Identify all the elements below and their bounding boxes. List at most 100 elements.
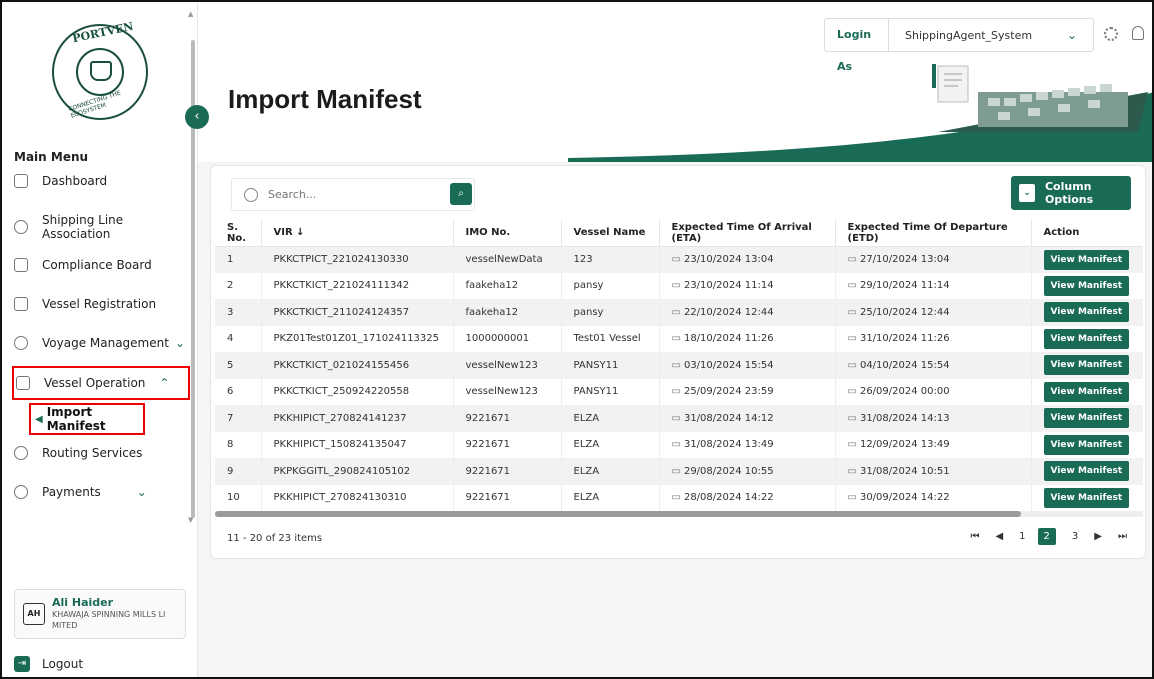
cell-eta-text: 18/10/2024 11:26 xyxy=(683,333,774,345)
column-header-etd[interactable]: Expected Time Of Departure (ETD) xyxy=(835,220,1032,247)
cell-eta-text: 31/08/2024 14:12 xyxy=(683,412,774,424)
last-page-button[interactable]: ⏭ xyxy=(1118,531,1127,542)
cell-sno-text: 4 xyxy=(227,333,234,345)
cell-imo: 9221671 xyxy=(453,405,562,432)
cell-vir: PKKCTKICT_021024155456 xyxy=(261,352,454,379)
sidebar-item-vessel-operation[interactable]: Vessel Operation ⌃ xyxy=(12,366,190,400)
sidebar-item-payments[interactable]: Payments ⌄ xyxy=(14,477,186,507)
active-arrow-icon: ◀ xyxy=(35,413,43,425)
column-header-sno[interactable]: S. No. xyxy=(215,220,262,247)
cell-etd: ▭ 29/10/2024 11:14 xyxy=(835,272,1032,299)
first-page-button[interactable]: ⏮ xyxy=(970,531,979,542)
cell-sno: 10 xyxy=(215,484,262,511)
scroll-down-arrow[interactable]: ▼ xyxy=(188,516,193,524)
table-row: 1 PKKCTPICT_221024130330 vesselNewData 123 ▭… xyxy=(215,246,1143,273)
calendar-icon: ▭ xyxy=(671,280,681,292)
column-header-eta[interactable]: Expected Time Of Arrival (ETA) xyxy=(659,220,836,247)
cell-action: View Manifest xyxy=(1031,379,1143,406)
sidebar-item-compliance-board[interactable]: Compliance Board xyxy=(14,250,186,280)
gear-icon[interactable] xyxy=(1104,27,1118,41)
cell-vessel-name-text: ELZA xyxy=(573,465,600,477)
view-manifest-button[interactable]: View Manifest xyxy=(1043,328,1130,349)
cell-vessel-name-text: PANSY11 xyxy=(573,359,619,371)
cell-eta: ▭ 29/08/2024 10:55 xyxy=(659,458,836,485)
cell-vir: PKZ01Test01Z01_171024113325 xyxy=(261,325,454,352)
chevron-down-icon: ⌄ xyxy=(1019,184,1035,202)
sidebar-item-routing-services[interactable]: Routing Services xyxy=(14,438,186,468)
login-as-select[interactable]: Login As ShippingAgent_System ⌄ xyxy=(824,18,1094,73)
search-input[interactable] xyxy=(268,188,438,201)
cell-eta: ▭ 31/08/2024 14:12 xyxy=(659,405,836,432)
cell-eta-text: 29/08/2024 10:55 xyxy=(683,465,774,477)
cell-action: View Manifest xyxy=(1031,352,1143,379)
top-bar: Login As ShippingAgent_System ⌄ xyxy=(198,2,1152,73)
view-manifest-button[interactable]: View Manifest xyxy=(1043,461,1130,482)
sidebar-item-shipping-line-association[interactable]: Shipping Line Association xyxy=(14,212,186,242)
view-manifest-button[interactable]: View Manifest xyxy=(1043,434,1130,455)
search-box[interactable]: ⌕ xyxy=(231,178,475,211)
document-icon xyxy=(14,258,28,272)
next-page-button[interactable]: ▶ xyxy=(1094,531,1102,542)
search-button[interactable]: ⌕ xyxy=(450,183,472,205)
view-manifest-button[interactable]: View Manifest xyxy=(1043,355,1130,376)
table-row: 8 PKKHIPICT_150824135047 9221671 ELZA ▭ 31/08… xyxy=(215,431,1143,459)
cell-vessel-name: 123 xyxy=(561,246,660,273)
view-manifest-button[interactable]: View Manifest xyxy=(1043,302,1130,323)
submenu-import-manifest[interactable]: ◀ Import Manifest xyxy=(29,403,145,435)
view-manifest-button[interactable]: View Manifest xyxy=(1043,249,1130,270)
ship-illustration xyxy=(568,64,1152,162)
bell-icon[interactable] xyxy=(1132,26,1144,40)
sidebar-item-voyage-management[interactable]: Voyage Management ⌄ xyxy=(14,328,186,358)
cell-action: View Manifest xyxy=(1031,299,1143,326)
chevron-down-icon: ⌄ xyxy=(1067,28,1078,42)
cell-eta-text: 03/10/2024 15:54 xyxy=(683,359,774,371)
ship-icon xyxy=(14,297,28,311)
cell-etd-text: 12/09/2024 13:49 xyxy=(859,439,950,451)
calendar-icon: ▭ xyxy=(847,492,857,504)
manifest-table: S. No. VIR ↓ IMO No. Vessel Name Expecte… xyxy=(215,220,1143,511)
page-1-button[interactable]: 1 xyxy=(1019,531,1025,542)
table-row: 5 PKKCTKICT_021024155456 vesselNew123 PANSY… xyxy=(215,352,1143,379)
column-options-button[interactable]: ⌄ Column Options xyxy=(1011,176,1131,210)
cell-eta: ▭ 03/10/2024 15:54 xyxy=(659,352,836,379)
cell-imo-text: faakeha12 xyxy=(465,306,519,318)
cell-imo-text: vesselNew123 xyxy=(465,359,538,371)
user-organization: KHAWAJA SPINNING MILLS LI MITED xyxy=(52,610,166,630)
manifest-panel: ⌕ ⌄ Column Options S. No. VIR ↓ IMO No. … xyxy=(210,165,1146,559)
cell-eta: ▭ 18/10/2024 11:26 xyxy=(659,325,836,352)
user-card[interactable]: AH Ali Haider KHAWAJA SPINNING MILLS LI … xyxy=(14,589,186,639)
view-manifest-button[interactable]: View Manifest xyxy=(1043,408,1130,429)
cell-action: View Manifest xyxy=(1031,432,1143,459)
view-manifest-button[interactable]: View Manifest xyxy=(1043,381,1130,402)
scroll-up-arrow[interactable]: ▲ xyxy=(188,10,193,18)
page-hero: Import Manifest xyxy=(198,62,1152,162)
column-header-imo[interactable]: IMO No. xyxy=(453,220,562,247)
search-icon xyxy=(244,187,258,202)
table-horizontal-scrollbar[interactable] xyxy=(215,511,1143,517)
cell-eta: ▭ 31/08/2024 13:49 xyxy=(659,431,836,458)
scrollbar-thumb[interactable] xyxy=(215,511,1021,517)
cell-sno: 5 xyxy=(215,352,262,379)
view-manifest-button[interactable]: View Manifest xyxy=(1043,275,1130,296)
sidebar-item-vessel-registration[interactable]: Vessel Registration xyxy=(14,289,186,319)
cell-sno: 7 xyxy=(215,405,262,432)
view-manifest-button[interactable]: View Manifest xyxy=(1043,487,1130,508)
page-3-button[interactable]: 3 xyxy=(1072,531,1078,542)
compass-icon xyxy=(14,220,28,234)
prev-page-button[interactable]: ◀ xyxy=(995,531,1003,542)
sidebar-item-label: Vessel Operation xyxy=(44,376,146,390)
cell-vessel-name-text: PANSY11 xyxy=(573,386,619,398)
cell-vessel-name-text: ELZA xyxy=(573,492,600,504)
sidebar-collapse-button[interactable]: ‹ xyxy=(185,105,209,129)
cell-vessel-name: PANSY11 xyxy=(561,378,660,405)
cell-vir: PKKHIPICT_270824141237 xyxy=(261,405,454,432)
column-header-vessel-name[interactable]: Vessel Name xyxy=(561,220,660,247)
cell-etd: ▭ 30/09/2024 14:22 xyxy=(835,484,1032,511)
cell-etd: ▭ 12/09/2024 13:49 xyxy=(835,431,1032,458)
cell-imo: vesselNew123 xyxy=(453,378,562,405)
column-header-vir[interactable]: VIR ↓ xyxy=(261,220,454,247)
sidebar-item-dashboard[interactable]: Dashboard xyxy=(14,170,186,192)
page-2-button[interactable]: 2 xyxy=(1037,528,1056,545)
calendar-icon: ▭ xyxy=(671,333,681,345)
logout-button[interactable]: ⇥ Logout xyxy=(14,656,83,672)
